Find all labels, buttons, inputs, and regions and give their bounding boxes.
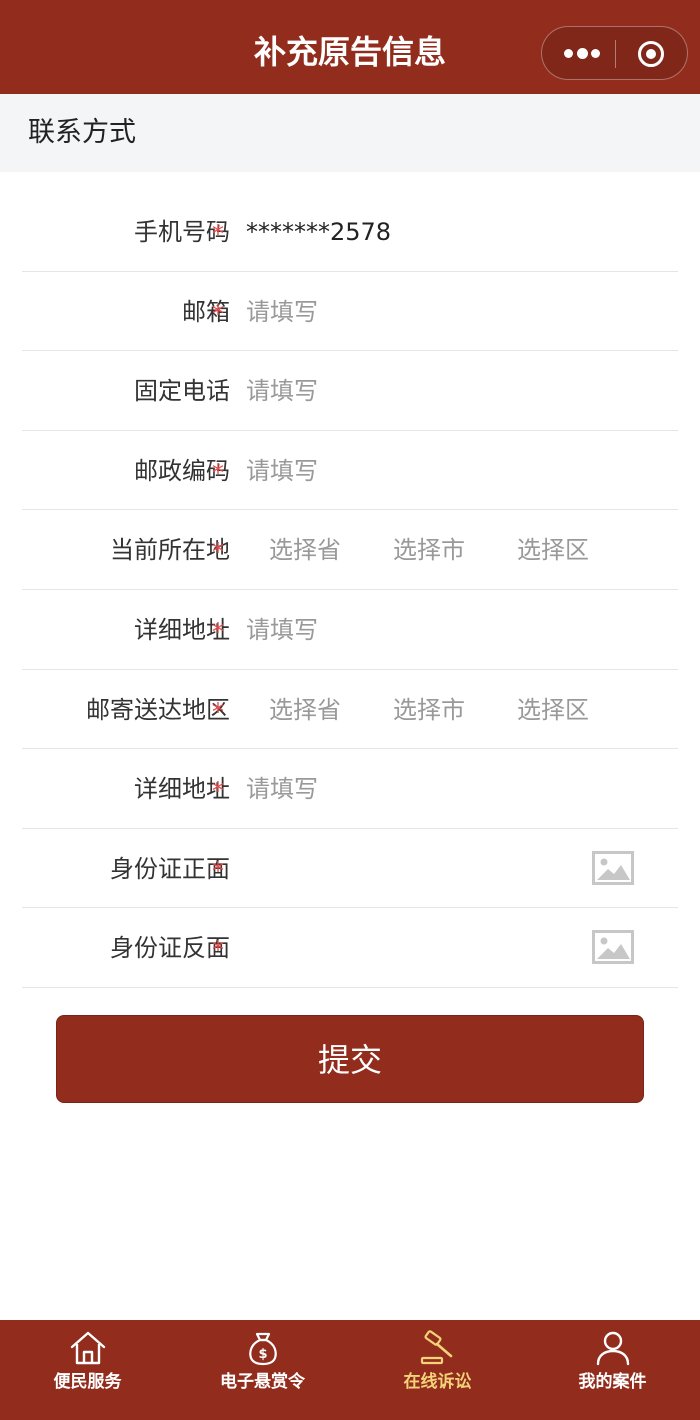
section-header: 联系方式 [0, 94, 700, 172]
svg-text:$: $ [258, 1347, 267, 1362]
mail-city-picker[interactable]: 选择市 [393, 690, 465, 730]
required-mark: * [212, 538, 224, 567]
close-miniprogram-icon[interactable] [637, 40, 665, 68]
email-row: 邮箱 * 请填写 [22, 272, 678, 352]
province-picker[interactable]: 选择省 [269, 530, 341, 570]
required-mark: * [212, 697, 224, 726]
postcode-input[interactable]: 请填写 [246, 451, 318, 491]
mail-detail-address-row: 详细地址 * 请填写 [22, 749, 678, 829]
phone-row: 手机号码 * *******2578 [22, 192, 678, 272]
navigation-bar: 补充原告信息 [0, 0, 700, 94]
required-mark: * [212, 220, 224, 248]
user-icon [596, 1331, 629, 1366]
tab-label: 在线诉讼 [403, 1372, 472, 1392]
bottom-tab-bar: 便民服务 $ 电子悬赏令 在线诉讼 我的案件 [0, 1320, 700, 1420]
required-mark: * [212, 936, 224, 965]
required-mark: * [212, 617, 224, 646]
home-icon [70, 1331, 105, 1365]
image-upload-icon[interactable] [592, 930, 634, 965]
mini-program-capsule [541, 26, 688, 80]
image-upload-icon[interactable] [592, 850, 634, 885]
gavel-icon [420, 1330, 452, 1365]
contact-form: 手机号码 * *******2578 邮箱 * 请填写 固定电话 请填写 邮政编… [0, 192, 700, 988]
detail-address-row: 详细地址 * 请填写 [22, 590, 678, 670]
phone-value: *******2578 [246, 218, 392, 246]
required-mark: * [212, 777, 224, 806]
required-mark: * [212, 299, 224, 328]
email-input[interactable]: 请填写 [246, 292, 318, 332]
mail-region-label: 邮寄送达地区 [86, 695, 230, 724]
postcode-row: 邮政编码 * 请填写 [22, 431, 678, 511]
landline-input[interactable]: 请填写 [246, 371, 318, 411]
tab-label: 便民服务 [53, 1372, 122, 1392]
tab-electronic-reward[interactable]: $ 电子悬赏令 [175, 1320, 350, 1420]
mail-district-picker[interactable]: 选择区 [517, 690, 589, 730]
id-back-row: 身份证反面 * [22, 908, 678, 988]
city-picker[interactable]: 选择市 [393, 530, 465, 570]
tab-online-litigation[interactable]: 在线诉讼 [350, 1320, 525, 1420]
required-mark: * [212, 458, 224, 487]
current-location-row: 当前所在地 * 选择省 选择市 选择区 [22, 510, 678, 590]
district-picker[interactable]: 选择区 [517, 530, 589, 570]
section-title: 联系方式 [28, 117, 136, 148]
capsule-divider [615, 40, 616, 68]
more-options-icon[interactable] [564, 45, 600, 61]
landline-label: 固定电话 [134, 377, 230, 406]
mail-region-row: 邮寄送达地区 * 选择省 选择市 选择区 [22, 670, 678, 750]
tab-my-cases[interactable]: 我的案件 [525, 1320, 700, 1420]
mail-province-picker[interactable]: 选择省 [269, 690, 341, 730]
tab-convenience-services[interactable]: 便民服务 [0, 1320, 175, 1420]
id-front-row: 身份证正面 * [22, 829, 678, 909]
money-bag-icon: $ [248, 1332, 277, 1366]
submit-button[interactable]: 提交 [56, 1015, 644, 1103]
landline-row: 固定电话 请填写 [22, 351, 678, 431]
mail-detail-address-input[interactable]: 请填写 [246, 769, 318, 809]
tab-label: 电子悬赏令 [220, 1372, 305, 1392]
tab-label: 我的案件 [578, 1372, 647, 1392]
detail-address-input[interactable]: 请填写 [246, 610, 318, 650]
required-mark: * [212, 856, 224, 885]
